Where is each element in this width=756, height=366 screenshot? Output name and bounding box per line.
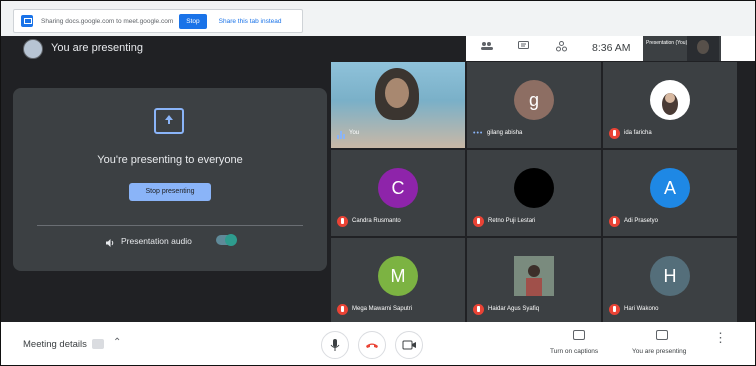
stop-sharing-button[interactable]: Stop	[179, 13, 207, 29]
avatar	[514, 168, 554, 208]
presenting-label[interactable]: You are presenting	[632, 348, 686, 355]
mic-off-icon	[337, 304, 348, 315]
clock: 8:36 AM	[592, 42, 631, 54]
participant-tile[interactable]: M Mega Mawarni Saputri	[331, 238, 465, 324]
participant-name: Hari Wakono	[624, 306, 659, 312]
share-this-tab-button[interactable]: Share this tab instead	[219, 18, 282, 25]
mic-off-icon	[473, 216, 484, 227]
avatar: C	[378, 168, 418, 208]
sharing-notice: Sharing docs.google.com to meet.google.c…	[13, 9, 303, 33]
more-options-icon[interactable]: ⋮	[714, 331, 727, 344]
participant-tile[interactable]: H Hari Wakono	[603, 238, 737, 324]
presenter-video	[687, 36, 719, 61]
page-title: You are presenting	[51, 42, 143, 54]
presentation-audio-label: Presentation audio	[121, 236, 192, 246]
presentation-thumbnail[interactable]: Presentation (You)	[643, 36, 721, 61]
meet-window: Sharing docs.google.com to meet.google.c…	[0, 0, 756, 366]
avatar	[650, 80, 690, 120]
avatar: H	[650, 256, 690, 296]
mic-off-icon	[337, 216, 348, 227]
mic-off-icon	[609, 128, 620, 139]
participant-name: gilang abisha	[487, 130, 523, 136]
meet-top-bar: You are presenting 8:36 AM Presentation …	[1, 36, 755, 61]
participant-name: Haidar Agus Syafiq	[488, 306, 540, 312]
meeting-details-button[interactable]: Meeting details	[23, 339, 87, 350]
self-video	[375, 68, 419, 120]
people-icon	[92, 339, 104, 349]
presentation-label: Presentation (You)	[646, 40, 688, 46]
captions-label[interactable]: Turn on captions	[550, 348, 598, 355]
avatar	[514, 256, 554, 296]
participant-name: Candra Rusmanto	[352, 218, 401, 224]
mic-off-icon	[473, 304, 484, 315]
microphone-button[interactable]	[321, 331, 349, 359]
presenting-card: You're presenting to everyone Stop prese…	[13, 88, 327, 271]
camera-button[interactable]	[395, 331, 423, 359]
participant-tile[interactable]: Haidar Agus Syafiq	[467, 238, 601, 324]
participants-icon[interactable]	[480, 41, 494, 54]
captions-icon[interactable]	[573, 330, 585, 340]
participant-name: Mega Mawarni Saputri	[352, 306, 413, 312]
avatar: A	[650, 168, 690, 208]
avatar: g	[514, 80, 554, 120]
mic-off-icon	[609, 304, 620, 315]
top-right-panel: 8:36 AM Presentation (You)	[466, 36, 755, 61]
avatar: M	[378, 256, 418, 296]
stop-presenting-button[interactable]: Stop presenting	[129, 183, 211, 201]
participant-tile[interactable]: Retno Puji Lestari	[467, 150, 601, 236]
speaking-indicator-icon	[337, 131, 345, 139]
participant-name: ida faricha	[624, 130, 652, 136]
present-screen-icon[interactable]	[656, 330, 668, 340]
participant-tile-you[interactable]: You	[331, 62, 465, 148]
sharing-text: Sharing docs.google.com to meet.google.c…	[41, 17, 174, 25]
avatar	[23, 39, 43, 59]
present-screen-icon	[154, 108, 184, 134]
presentation-audio-toggle[interactable]	[216, 234, 237, 246]
chevron-up-icon[interactable]: ⌃	[113, 337, 121, 348]
participant-tile[interactable]: C Candra Rusmanto	[331, 150, 465, 236]
screen-share-icon	[21, 15, 33, 27]
meet-bottom-bar: Meeting details ⌃ Turn on captions You a…	[1, 322, 755, 365]
chat-icon[interactable]	[518, 41, 529, 54]
participant-tile[interactable]: ida faricha	[603, 62, 737, 148]
divider	[37, 225, 303, 226]
participant-tile[interactable]: A Adi Prasetyo	[603, 150, 737, 236]
presenting-message: You're presenting to everyone	[97, 154, 243, 166]
leave-call-button[interactable]	[358, 331, 386, 359]
speaker-icon	[105, 235, 115, 247]
sharing-bar: Sharing docs.google.com to meet.google.c…	[1, 1, 755, 36]
more-dots-icon: •••	[473, 130, 484, 137]
participant-name: You	[349, 130, 360, 136]
activities-icon[interactable]	[556, 41, 567, 55]
participant-tile[interactable]: g ••• gilang abisha	[467, 62, 601, 148]
mic-off-icon	[609, 216, 620, 227]
participant-name: Adi Prasetyo	[624, 218, 659, 224]
participant-name: Retno Puji Lestari	[488, 218, 536, 224]
